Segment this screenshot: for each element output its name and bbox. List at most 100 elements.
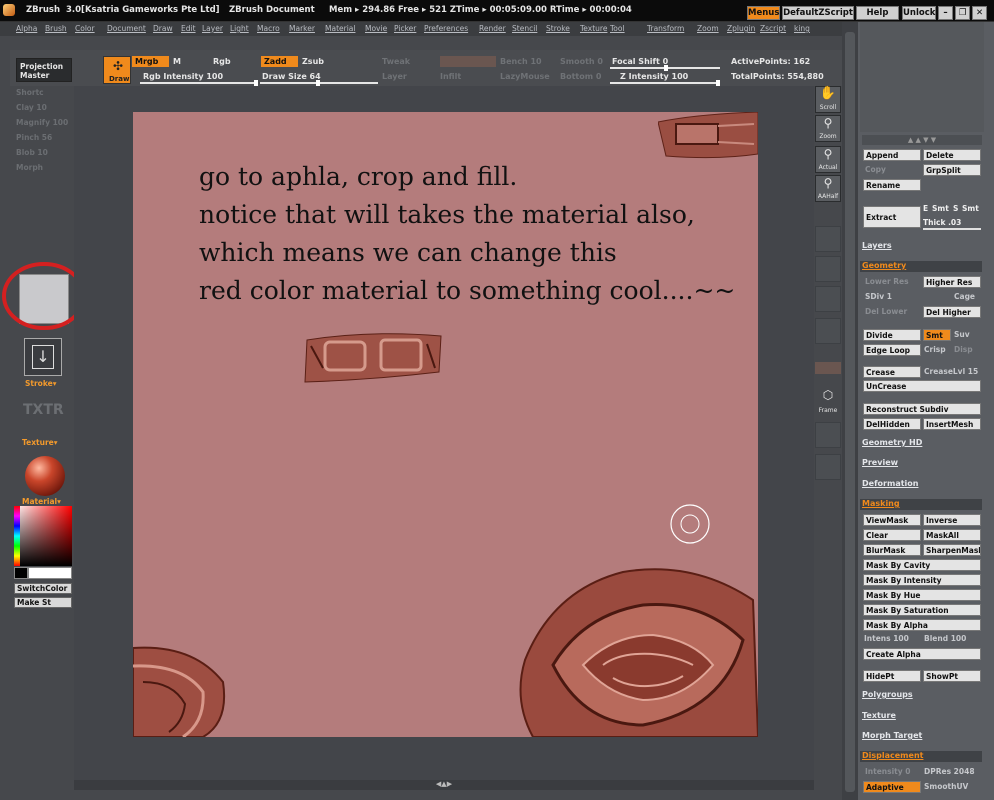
material-sphere[interactable] bbox=[25, 456, 65, 496]
default-zscript-button[interactable]: DefaultZScript bbox=[782, 6, 854, 20]
unlock-button[interactable]: Unlock bbox=[902, 6, 936, 20]
dpres-slider[interactable]: DPRes 2048 bbox=[924, 767, 975, 776]
masking-header[interactable]: Masking bbox=[860, 499, 982, 510]
geometry-hd-section[interactable]: Geometry HD bbox=[862, 438, 922, 447]
menu-zoom[interactable]: Zoom bbox=[697, 24, 719, 33]
focal-shift-knob[interactable] bbox=[664, 65, 668, 71]
hue-strip[interactable] bbox=[14, 506, 20, 566]
showpt-button[interactable]: ShowPt bbox=[923, 670, 981, 682]
crease-level-slider[interactable]: CreaseLvl 15 bbox=[924, 367, 978, 376]
brush-item[interactable]: Morph bbox=[16, 163, 43, 172]
z-intensity-slider[interactable]: Z Intensity 100 bbox=[620, 72, 688, 81]
restore-icon[interactable]: ❐ bbox=[955, 6, 970, 20]
higher-res-button[interactable]: Higher Res bbox=[923, 276, 981, 288]
close-icon[interactable]: ✕ bbox=[972, 6, 987, 20]
actual-button[interactable]: ⚲ Actual bbox=[815, 146, 841, 173]
aahalf-button[interactable]: ⚲ AAHalf bbox=[815, 175, 841, 202]
copy-button[interactable]: Copy bbox=[865, 165, 886, 174]
menu-macro[interactable]: Macro bbox=[257, 24, 280, 33]
brush-item[interactable]: Blob 10 bbox=[16, 148, 48, 157]
m-button[interactable]: M bbox=[173, 57, 181, 66]
subtool-arrows[interactable]: ▲ ▲ ▼ ▼ bbox=[862, 135, 982, 145]
switch-color-button[interactable]: SwitchColor bbox=[14, 583, 72, 594]
brush-item[interactable]: Shortc bbox=[16, 88, 44, 97]
draw-size-track[interactable] bbox=[260, 80, 378, 86]
intens-slider[interactable]: Intens 100 bbox=[864, 634, 909, 643]
delhidden-button[interactable]: DelHidden bbox=[863, 418, 921, 430]
focal-shift-track[interactable] bbox=[610, 65, 720, 71]
smoothuv-toggle[interactable]: SmoothUV bbox=[924, 782, 968, 791]
scroll-button[interactable]: ✋ Scroll bbox=[815, 86, 841, 113]
material-caption[interactable]: Material▾ bbox=[22, 497, 61, 506]
layers-section[interactable]: Layers bbox=[862, 241, 892, 250]
texture-section[interactable]: Texture bbox=[862, 711, 896, 720]
menu-king[interactable]: king bbox=[794, 24, 810, 33]
document-canvas[interactable]: go to aphla, crop and fill. notice that … bbox=[133, 112, 758, 737]
crease-button[interactable]: Crease bbox=[863, 366, 921, 378]
z-intensity-track[interactable] bbox=[610, 80, 720, 86]
sharpenmask-button[interactable]: SharpenMask bbox=[923, 544, 981, 556]
clear-mask-button[interactable]: Clear bbox=[863, 529, 921, 541]
geometry-header[interactable]: Geometry bbox=[860, 261, 982, 272]
reconstruct-subdiv-button[interactable]: Reconstruct Subdiv bbox=[863, 403, 981, 415]
menu-document[interactable]: Document bbox=[107, 24, 146, 33]
menu-alpha[interactable]: Alpha bbox=[16, 24, 37, 33]
menu-layer[interactable]: Layer bbox=[202, 24, 223, 33]
hidept-button[interactable]: HidePt bbox=[863, 670, 921, 682]
inverse-button[interactable]: Inverse bbox=[923, 514, 981, 526]
divide-button[interactable]: Divide bbox=[863, 329, 921, 341]
displacement-header[interactable]: Displacement bbox=[860, 751, 982, 762]
cage-button[interactable]: Cage bbox=[954, 292, 975, 301]
main-color-swatch[interactable] bbox=[28, 567, 72, 579]
mask-by-saturation-button[interactable]: Mask By Saturation bbox=[863, 604, 981, 616]
extract-s-toggle[interactable]: S bbox=[953, 204, 958, 213]
menu-brush[interactable]: Brush bbox=[45, 24, 67, 33]
menu-preferences[interactable]: Preferences bbox=[424, 24, 468, 33]
intensity-slider[interactable]: Intensity 0 bbox=[865, 767, 910, 776]
menu-zplugin[interactable]: Zplugin bbox=[727, 24, 755, 33]
zsub-button[interactable]: Zsub bbox=[302, 57, 324, 66]
delete-button[interactable]: Delete bbox=[923, 149, 981, 161]
adaptive-toggle[interactable]: Adaptive bbox=[863, 781, 921, 793]
rgb-intensity-slider[interactable]: Rgb Intensity 100 bbox=[143, 72, 223, 81]
canvas-scroll-arrows-icon[interactable]: ◀▲▶ bbox=[424, 780, 464, 790]
right-scrollbar[interactable] bbox=[842, 22, 858, 800]
del-lower-button[interactable]: Del Lower bbox=[865, 307, 907, 316]
blurmask-button[interactable]: BlurMask bbox=[863, 544, 921, 556]
crisp-toggle[interactable]: Crisp bbox=[924, 345, 946, 354]
polygroups-section[interactable]: Polygroups bbox=[862, 690, 913, 699]
make-st-button[interactable]: Make St bbox=[14, 597, 72, 608]
thick-track[interactable] bbox=[923, 228, 981, 230]
sdiv-slider[interactable]: SDiv 1 bbox=[865, 292, 892, 301]
brush-item[interactable]: Pinch 56 bbox=[16, 133, 52, 142]
del-higher-button[interactable]: Del Higher bbox=[923, 306, 981, 318]
focal-shift-slider[interactable]: Focal Shift 0 bbox=[612, 57, 668, 66]
mask-by-intensity-button[interactable]: Mask By Intensity bbox=[863, 574, 981, 586]
menu-draw[interactable]: Draw bbox=[153, 24, 173, 33]
zoom-button[interactable]: ⚲ Zoom bbox=[815, 115, 841, 142]
draw-button[interactable]: ✣ Draw bbox=[103, 56, 131, 84]
menu-stroke[interactable]: Stroke bbox=[546, 24, 570, 33]
viewmask-button[interactable]: ViewMask bbox=[863, 514, 921, 526]
maskall-button[interactable]: MaskAll bbox=[923, 529, 981, 541]
disp-toggle[interactable]: Disp bbox=[954, 345, 973, 354]
extract-e-toggle[interactable]: E bbox=[923, 204, 928, 213]
deformation-section[interactable]: Deformation bbox=[862, 479, 918, 488]
extract-smt2-toggle[interactable]: Smt bbox=[962, 204, 979, 213]
color-picker[interactable] bbox=[14, 506, 72, 566]
mask-by-cavity-button[interactable]: Mask By Cavity bbox=[863, 559, 981, 571]
rgb-intensity-track[interactable] bbox=[140, 80, 258, 86]
rename-button[interactable]: Rename bbox=[863, 179, 921, 191]
rgb-button[interactable]: Rgb bbox=[213, 57, 231, 66]
menu-marker[interactable]: Marker bbox=[289, 24, 315, 33]
menu-texture[interactable]: Texture bbox=[580, 24, 607, 33]
menu-render[interactable]: Render bbox=[479, 24, 506, 33]
mask-by-hue-button[interactable]: Mask By Hue bbox=[863, 589, 981, 601]
menu-zscript[interactable]: Zscript bbox=[760, 24, 786, 33]
menu-material[interactable]: Material bbox=[325, 24, 355, 33]
menu-tool[interactable]: Tool bbox=[610, 24, 625, 33]
create-alpha-button[interactable]: Create Alpha bbox=[863, 648, 981, 660]
menu-picker[interactable]: Picker bbox=[394, 24, 416, 33]
stroke-caption[interactable]: Stroke▾ bbox=[25, 379, 56, 388]
edge-loop-button[interactable]: Edge Loop bbox=[863, 344, 921, 356]
